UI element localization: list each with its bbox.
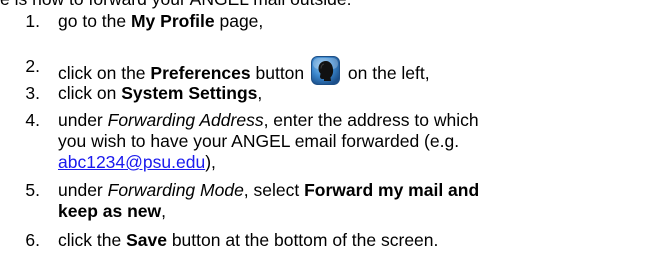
save-label: Save: [126, 230, 167, 250]
step-text: click the: [58, 230, 127, 250]
example-email-link[interactable]: abc1234@psu.edu: [58, 152, 205, 172]
step-number: 2.: [25, 56, 40, 76]
step-number: 1.: [25, 11, 40, 31]
forward-option-label: keep as new: [58, 201, 162, 221]
step-text: on the left,: [343, 63, 430, 83]
step-text: , enter the address to which: [263, 110, 479, 130]
step-text: ,: [257, 83, 263, 103]
step-number: 4.: [25, 110, 40, 130]
forwarding-mode-label: Forwarding Mode: [107, 180, 244, 200]
preferences-label: Preferences: [150, 63, 251, 83]
step-text: button at the bottom of the screen.: [166, 230, 439, 250]
step-number: 6.: [25, 230, 40, 250]
step-text: click on the: [58, 63, 151, 83]
step-text: under: [58, 110, 108, 130]
my-profile-label: My Profile: [130, 11, 215, 31]
step-text: button: [250, 63, 305, 83]
step-text: ),: [205, 152, 216, 172]
step-text: go to the: [58, 11, 131, 31]
system-settings-label: System Settings: [121, 83, 258, 103]
step-text: , select: [243, 180, 305, 200]
step-text: under: [58, 180, 108, 200]
step-text: page,: [214, 11, 264, 31]
step-text: you wish to have your ANGEL email forwar…: [58, 131, 460, 151]
forwarding-address-label: Forwarding Address: [107, 110, 264, 130]
step-number: 3.: [25, 83, 40, 103]
forward-option-label: Forward my mail and: [304, 180, 480, 200]
step-number: 5.: [25, 180, 40, 200]
step-text: ,: [161, 201, 166, 221]
profile-head-icon[interactable]: [311, 56, 341, 85]
intro-text: e is how to forward your ANGEL mail outs…: [0, 0, 351, 10]
step-text: click on: [58, 83, 122, 103]
